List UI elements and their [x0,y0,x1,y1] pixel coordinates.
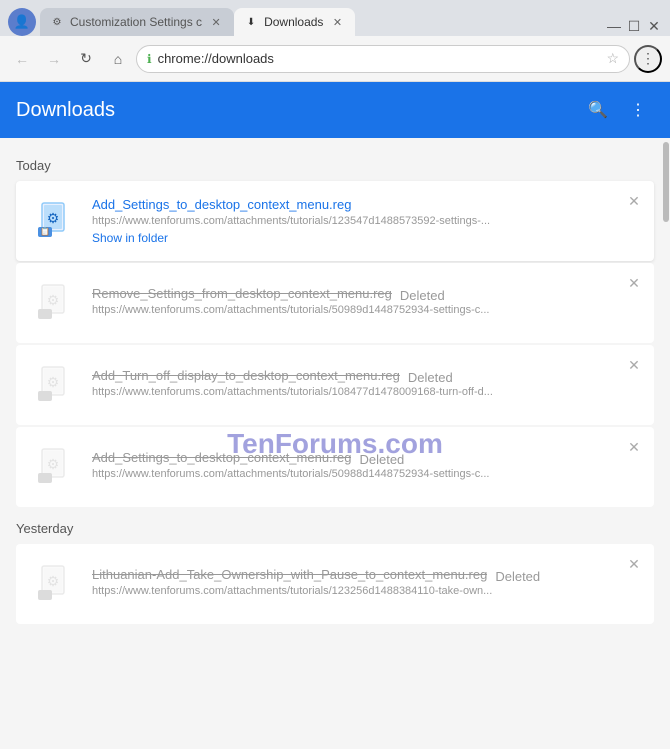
omnibar: ← → ↻ ⌂ ℹ chrome://downloads ☆ ⋮ [0,36,670,82]
close-window-button[interactable]: ✕ [646,20,662,32]
filename-5: Lithuanian-Add_Take_Ownership_with_Pause… [92,567,487,582]
filename-4: Add_Settings_to_desktop_context_menu.reg [92,450,351,465]
profile-button[interactable]: 👤 [8,8,36,36]
customization-tab-favicon: ⚙ [50,15,64,29]
dismiss-5[interactable]: ✕ [624,554,644,574]
filename-row-5: Lithuanian-Add_Take_Ownership_with_Pause… [92,567,638,585]
deleted-label-3: Deleted [408,370,453,385]
download-info-2: Remove_Settings_from_desktop_context_men… [92,286,638,320]
dismiss-3[interactable]: ✕ [624,355,644,375]
deleted-label-2: Deleted [400,288,445,303]
downloads-tab-favicon: ⬇ [244,15,258,29]
dismiss-1[interactable]: ✕ [624,191,644,211]
maximize-button[interactable]: ☐ [626,20,642,32]
download-info-5: Lithuanian-Add_Take_Ownership_with_Pause… [92,567,638,601]
address-bar[interactable]: ℹ chrome://downloads ☆ [136,45,630,73]
url-5: https://www.tenforums.com/attachments/tu… [92,585,638,597]
forward-button[interactable]: → [40,45,68,73]
reload-button[interactable]: ↻ [72,45,100,73]
more-options-button[interactable]: ⋮ [622,94,654,126]
tab-strip: 👤 ⚙ Customization Settings c ✕ ⬇ Downloa… [0,8,598,36]
downloads-tab-close[interactable]: ✕ [329,14,345,30]
download-item-4: ⚙ Add_Settings_to_desktop_context_menu.r… [16,427,654,507]
url-3: https://www.tenforums.com/attachments/tu… [92,386,638,398]
download-item-2: ⚙ Remove_Settings_from_desktop_context_m… [16,263,654,343]
dismiss-2[interactable]: ✕ [624,273,644,293]
deleted-label-4: Deleted [359,452,404,467]
filename-1[interactable]: Add_Settings_to_desktop_context_menu.reg [92,197,638,212]
download-item-3: ⚙ Add_Turn_off_display_to_desktop_contex… [16,345,654,425]
back-button[interactable]: ← [8,45,36,73]
file-icon-1: ⚙ 📋 [32,197,80,245]
filename-row-4: Add_Settings_to_desktop_context_menu.reg… [92,450,638,468]
window-controls: — ☐ ✕ [598,16,670,36]
today-section-label: Today [16,146,654,181]
filename-row-2: Remove_Settings_from_desktop_context_men… [92,286,638,304]
dismiss-4[interactable]: ✕ [624,437,644,457]
download-item: ⚙ 📋 Add_Settings_to_desktop_context_menu… [16,181,654,261]
download-info-1: Add_Settings_to_desktop_context_menu.reg… [92,197,638,245]
url-1: https://www.tenforums.com/attachments/tu… [92,215,638,227]
svg-text:⚙: ⚙ [47,573,60,589]
url-2: https://www.tenforums.com/attachments/tu… [92,304,638,316]
download-info-3: Add_Turn_off_display_to_desktop_context_… [92,368,638,402]
downloads-content[interactable]: Today ⚙ 📋 Add_Settings_to_desktop_contex… [0,138,670,634]
tab-downloads[interactable]: ⬇ Downloads ✕ [234,8,355,36]
titlebar: 👤 ⚙ Customization Settings c ✕ ⬇ Downloa… [0,0,670,36]
downloads-header: Downloads 🔍 ⋮ [0,82,670,138]
downloads-page: Downloads 🔍 ⋮ TenForums.com Today ⚙ [0,82,670,749]
bookmark-icon[interactable]: ☆ [606,50,619,67]
downloads-page-title: Downloads [16,99,115,122]
filename-row-3: Add_Turn_off_display_to_desktop_context_… [92,368,638,386]
file-icon-4: ⚙ [32,443,80,491]
svg-text:⚙: ⚙ [47,374,60,390]
file-icon-3: ⚙ [32,361,80,409]
filename-3: Add_Turn_off_display_to_desktop_context_… [92,368,400,383]
file-icon-5: ⚙ [32,560,80,608]
deleted-label-5: Deleted [495,569,540,584]
yesterday-section-label: Yesterday [16,509,654,544]
svg-text:📋: 📋 [40,226,50,236]
download-info-4: Add_Settings_to_desktop_context_menu.reg… [92,450,638,484]
downloads-content-wrapper: TenForums.com Today ⚙ 📋 Add_Se [0,138,670,749]
customization-tab-title: Customization Settings c [70,15,202,29]
file-icon-2: ⚙ [32,279,80,327]
downloads-tab-title: Downloads [264,15,323,29]
download-item-5: ⚙ Lithuanian-Add_Take_Ownership_with_Pau… [16,544,654,624]
url-text: chrome://downloads [158,51,601,66]
profile-icon: 👤 [14,14,30,30]
header-icons: 🔍 ⋮ [582,94,654,126]
svg-text:⚙: ⚙ [47,456,60,472]
scrollbar-thumb[interactable] [663,142,669,222]
svg-text:⚙: ⚙ [47,292,60,308]
customization-tab-close[interactable]: ✕ [208,14,224,30]
minimize-button[interactable]: — [606,20,622,32]
chrome-menu-button[interactable]: ⋮ [634,45,662,73]
tab-customization[interactable]: ⚙ Customization Settings c ✕ [40,8,234,36]
search-downloads-button[interactable]: 🔍 [582,94,614,126]
svg-text:⚙: ⚙ [47,210,60,226]
show-in-folder-1[interactable]: Show in folder [92,231,638,245]
url-4: https://www.tenforums.com/attachments/tu… [92,468,638,480]
scrollbar-track[interactable] [662,138,670,749]
home-button[interactable]: ⌂ [104,45,132,73]
filename-2: Remove_Settings_from_desktop_context_men… [92,286,392,301]
secure-icon: ℹ [147,52,152,66]
